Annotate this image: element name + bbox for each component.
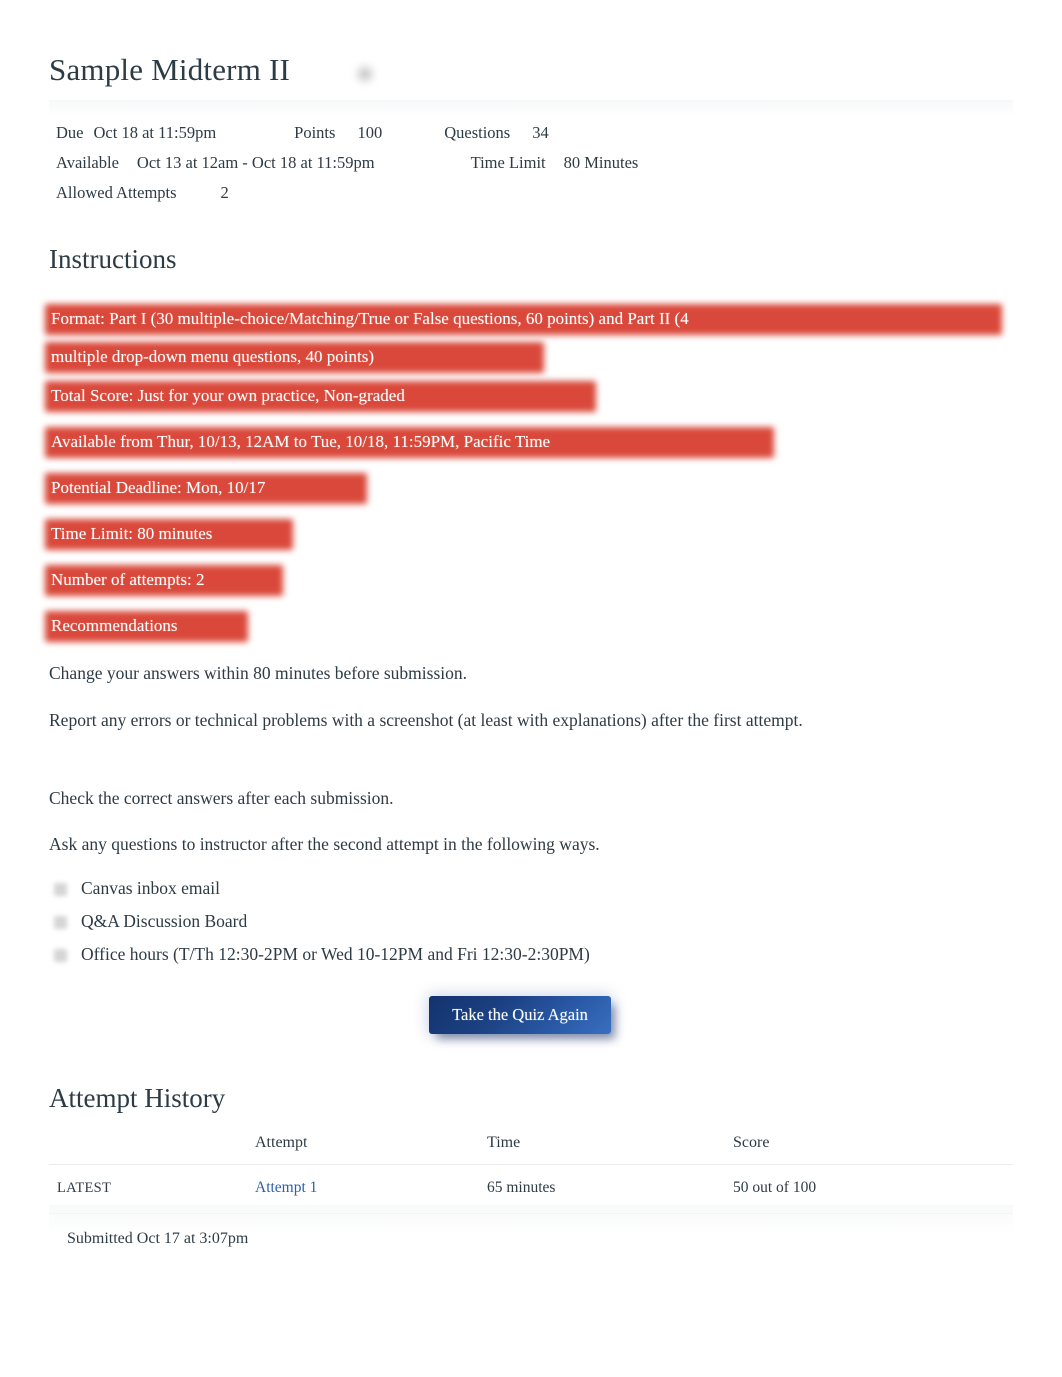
highlighted-text: Total Score: Just for your own practice,… [51,386,405,405]
highlighted-line: Time Limit: 80 minutes [45,515,293,553]
highlighted-text: Number of attempts: 2 [51,570,205,589]
instruction-paragraph-ask-questions: Ask any questions to instructor after th… [49,834,600,854]
instruction-paragraph-check-answers: Check the correct answers after each sub… [49,788,394,808]
highlighted-instruction-time-limit: Time Limit: 80 minutes [45,515,293,553]
time-limit-value: 80 Minutes [563,153,639,172]
due-label: Due [56,123,84,142]
highlighted-line: Available from Thur, 10/13, 12AM to Tue,… [45,423,774,461]
cell-time: 65 minutes [487,1164,733,1214]
highlighted-instruction-recommendations: Recommendations [45,607,248,645]
allowed-attempts-label: Allowed Attempts [56,183,177,202]
take-quiz-again-button[interactable]: Take the Quiz Again [429,996,611,1034]
due-value: Oct 18 at 11:59pm [93,123,217,142]
bullet-square-icon [54,949,67,962]
column-header-attempt: Attempt [255,1128,487,1165]
meta-row-attempts: Allowed Attempts 2 [56,178,1006,208]
instructions-heading: Instructions [49,244,177,274]
submitted-timestamp: Submitted Oct 17 at 3:07pm [67,1230,249,1247]
highlighted-instruction-format: Format: Part I (30 multiple-choice/Match… [45,300,1002,376]
meta-row-due: Due Oct 18 at 11:59pm Points 100 Questions 34 [56,118,1006,148]
table-row-submitted: Submitted Oct 17 at 3:07pm [49,1214,1013,1249]
latest-badge: LATEST [57,1180,112,1196]
list-item: Office hours (T/Th 12:30-2PM or Wed 10-1… [49,938,949,971]
cell-attempt: Attempt 1 [255,1164,487,1214]
highlighted-text: Potential Deadline: Mon, 10/17 [51,478,266,497]
list-item: Canvas inbox email [49,872,949,905]
highlighted-line: Number of attempts: 2 [45,561,283,599]
highlighted-instruction-available: Available from Thur, 10/13, 12AM to Tue,… [45,423,774,461]
available-value: Oct 13 at 12am - Oct 18 at 11:59pm [136,153,375,172]
table-row: LATEST Attempt 1 65 minutes 50 out of 10… [49,1164,1013,1214]
instruction-paragraph-report-errors: Report any errors or technical problems … [49,710,803,730]
cell-score: 50 out of 100 [733,1164,1013,1214]
column-header-latest [49,1128,255,1165]
contact-methods-list: Canvas inbox email Q&A Discussion Board … [49,872,949,971]
points-label: Points [294,123,336,142]
column-header-time: Time [487,1128,733,1165]
highlighted-text: Format: Part I (30 multiple-choice/Match… [51,309,689,328]
list-item: Q&A Discussion Board [49,905,949,938]
highlighted-instruction-deadline: Potential Deadline: Mon, 10/17 [45,469,367,507]
table-header-row: Attempt Time Score [49,1128,1013,1165]
quiz-metadata: Due Oct 18 at 11:59pm Points 100 Questions 34… [56,118,1006,208]
highlighted-line: Total Score: Just for your own practice,… [45,377,596,415]
highlighted-text: Available from Thur, 10/13, 12AM to Tue,… [51,432,551,451]
questions-value: 34 [532,123,549,142]
attempt-1-link[interactable]: Attempt 1 [255,1179,317,1196]
meta-separator-band [49,100,1013,114]
highlighted-text: multiple drop-down menu questions, 40 po… [51,347,374,366]
list-item-label: Canvas inbox email [81,878,221,898]
highlighted-line: multiple drop-down menu questions, 40 po… [45,338,689,376]
column-header-score: Score [733,1128,1013,1165]
list-item-label: Q&A Discussion Board [81,911,248,931]
highlighted-text: Recommendations [51,616,178,635]
highlighted-instruction-attempts: Number of attempts: 2 [45,561,283,599]
highlighted-text: Time Limit: 80 minutes [51,524,213,543]
cell-submitted: Submitted Oct 17 at 3:07pm [49,1214,1013,1249]
questions-label: Questions [444,123,511,142]
highlighted-line: Format: Part I (30 multiple-choice/Match… [45,300,1002,338]
published-check-icon [353,62,377,86]
highlighted-instruction-total-score: Total Score: Just for your own practice,… [45,377,596,415]
bullet-square-icon [54,916,67,929]
attempt-history-heading: Attempt History [49,1083,226,1113]
available-label: Available [56,153,119,172]
cell-latest-badge: LATEST [49,1164,255,1214]
allowed-attempts-value: 2 [220,183,229,202]
page-title: Sample Midterm II [49,52,291,87]
bullet-square-icon [54,883,67,896]
attempt-history-table: Attempt Time Score LATEST Attempt 1 65 m… [49,1128,1013,1248]
highlighted-line: Potential Deadline: Mon, 10/17 [45,469,367,507]
time-limit-label: Time Limit [470,153,546,172]
highlighted-line: Recommendations [45,607,248,645]
instruction-paragraph-change-answers: Change your answers within 80 minutes be… [49,663,468,683]
list-item-label: Office hours (T/Th 12:30-2PM or Wed 10-1… [81,944,590,964]
meta-row-available: Available Oct 13 at 12am - Oct 18 at 11:5… [56,148,1006,178]
points-value: 100 [357,123,383,142]
